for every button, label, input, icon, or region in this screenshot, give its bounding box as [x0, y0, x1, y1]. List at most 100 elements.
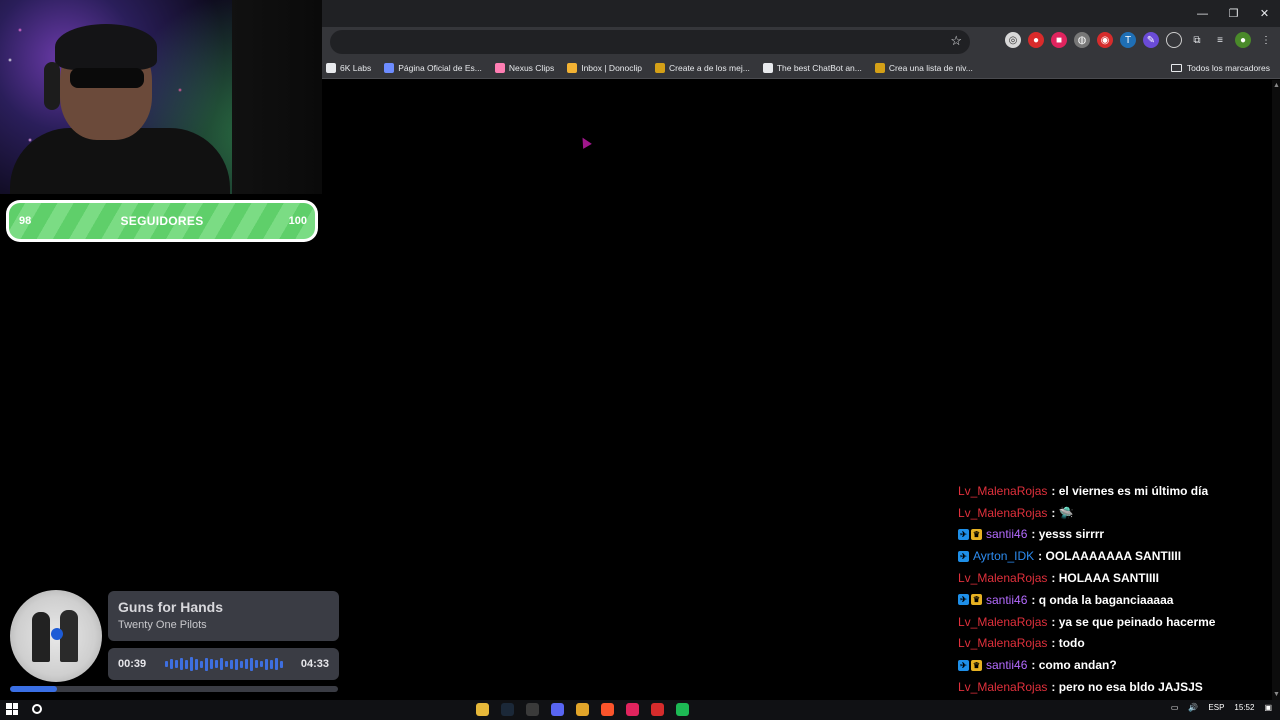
extension-compass-icon[interactable]: ◎: [1005, 32, 1021, 48]
taskbar-apps: [476, 703, 689, 716]
restore-button[interactable]: ❐: [1218, 0, 1249, 27]
vip-badge-icon: ✈: [958, 528, 969, 540]
chat-text: : todo: [1051, 636, 1085, 651]
volume-icon[interactable]: 🔊: [1188, 703, 1198, 712]
file-explorer-icon[interactable]: [476, 703, 489, 716]
bookmark-item[interactable]: 6K Labs: [326, 63, 371, 73]
vip-badge-icon: ✈: [958, 550, 969, 562]
clock[interactable]: 15:52: [1234, 703, 1254, 712]
chat-message: ✈ ♛ santii46: como andan?: [958, 654, 1276, 676]
address-bar[interactable]: ☆: [330, 30, 970, 54]
bookmark-item[interactable]: Nexus Clips: [494, 63, 555, 73]
chat-text: : yesss sirrrr: [1031, 527, 1105, 542]
extension-abp-icon[interactable]: ■: [1051, 32, 1067, 48]
chat-username: santii46: [986, 592, 1028, 607]
windows-taskbar: ▭ 🔊 ESP 15:52 ▣: [0, 700, 1280, 720]
chat-text: : OOLAAAAAAA SANTIIII: [1038, 549, 1182, 564]
now-playing-card: Guns for Hands Twenty One Pilots: [108, 591, 339, 641]
goal-target-count: 100: [288, 215, 307, 227]
audio-waveform: [164, 656, 283, 672]
chat-message: Lv_MalenaRojas: ya se que peinado hacerm…: [958, 611, 1276, 633]
bookmark-item[interactable]: The best ChatBot an...: [762, 63, 862, 73]
chat-username: Lv_MalenaRojas: [958, 680, 1048, 695]
extension-drop-icon[interactable]: ●: [1028, 32, 1044, 48]
profile-avatar-icon[interactable]: ●: [1235, 32, 1251, 48]
bookmark-favicon-icon: [494, 63, 505, 73]
chat-text: : como andan?: [1031, 658, 1117, 673]
subscriber-badge-icon: ♛: [971, 594, 982, 606]
search-icon[interactable]: [32, 704, 42, 714]
chat-username: Lv_MalenaRojas: [958, 636, 1048, 651]
bookmark-label: Create a de los mej...: [669, 63, 750, 73]
spotify-icon[interactable]: [676, 703, 689, 716]
chrome-icon[interactable]: [576, 703, 589, 716]
media-control-icon[interactable]: ≡: [1212, 32, 1228, 48]
bookmark-favicon-icon: [874, 63, 885, 73]
chat-message: Lv_MalenaRojas: HOLAAA SANTIIII: [958, 567, 1276, 589]
extension-pen-icon[interactable]: ✎: [1143, 32, 1159, 48]
brave-icon[interactable]: [601, 703, 614, 716]
minimize-button[interactable]: —: [1187, 0, 1218, 27]
extensions-puzzle-icon[interactable]: ⧉: [1189, 32, 1205, 48]
subscriber-badge-icon: ♛: [971, 528, 982, 540]
extension-translate-icon[interactable]: T: [1120, 32, 1136, 48]
total-duration: 04:33: [300, 658, 329, 670]
subscriber-badge-icon: ♛: [971, 659, 982, 671]
bookmark-favicon-icon: [655, 63, 666, 73]
vip-badge-icon: ✈: [958, 659, 969, 671]
obs-icon[interactable]: [526, 703, 539, 716]
bookmark-item[interactable]: Crea una lista de niv...: [874, 63, 973, 73]
chat-badges: ✈ ♛: [958, 528, 982, 540]
song-progress-fill: [10, 686, 57, 692]
bookmark-favicon-icon: [384, 63, 395, 73]
vip-badge-icon: ✈: [958, 594, 969, 606]
bookmark-label: The best ChatBot an...: [776, 63, 862, 73]
extensions-bar: ◎ ● ■ ◍ ◉ T ✎ ⧉ ≡ ● ⋮: [1005, 32, 1274, 48]
bookmark-item[interactable]: Inbox | Donoclip: [567, 63, 642, 73]
bookmark-item[interactable]: Create a de los mej...: [655, 63, 750, 73]
follower-goal-fill: 98 SEGUIDORES 100: [9, 203, 315, 239]
goal-label: SEGUIDORES: [120, 214, 204, 228]
extension-circle-icon[interactable]: [1166, 32, 1182, 48]
chat-username: Lv_MalenaRojas: [958, 614, 1048, 629]
chat-message: ✈ ♛ santii46: yesss sirrrr: [958, 524, 1276, 546]
chat-text: : 🛸: [1051, 505, 1074, 520]
chat-text: : ya se que peinado hacerme: [1051, 614, 1216, 629]
browser-menu-icon[interactable]: ⋮: [1258, 32, 1274, 48]
media-player-icon[interactable]: [626, 703, 639, 716]
notifications-icon[interactable]: ▣: [1264, 703, 1272, 712]
extension-record-icon[interactable]: ◉: [1097, 32, 1113, 48]
chat-message: Lv_MalenaRojas: el viernes es mi último …: [958, 480, 1276, 502]
bookmark-favicon-icon: [762, 63, 773, 73]
bookmarks-list: 6K Labs Página Oficial de Es... Nexus Clip…: [326, 57, 973, 79]
bookmark-item[interactable]: Página Oficial de Es...: [384, 63, 482, 73]
close-button[interactable]: ✕: [1249, 0, 1280, 27]
all-bookmarks-label: Todos los marcadores: [1186, 63, 1270, 73]
extension-globe-icon[interactable]: ◍: [1074, 32, 1090, 48]
chat-username: Ayrton_IDK: [973, 549, 1035, 564]
screen: — ❐ ✕ ☆ ◎ ● ■ ◍ ◉ T ✎ ⧉ ≡ ● ⋮ 6K Labs Pág…: [0, 0, 1280, 720]
steam-icon[interactable]: [501, 703, 514, 716]
chat-message: ✈ Ayrton_IDK: OOLAAAAAAA SANTIIII: [958, 545, 1276, 567]
folder-icon: [1170, 64, 1182, 72]
chat-username: santii46: [986, 527, 1028, 542]
bookmark-label: Crea una lista de niv...: [888, 63, 973, 73]
follower-goal-bar: 98 SEGUIDORES 100: [6, 200, 318, 242]
network-icon[interactable]: ▭: [1171, 703, 1179, 712]
bookmark-label: 6K Labs: [340, 63, 372, 73]
scroll-up-icon[interactable]: ▲: [1273, 82, 1280, 89]
bookmark-favicon-icon: [567, 63, 578, 73]
elapsed-time: 00:39: [118, 658, 147, 670]
playback-time-card: 00:39 04:33: [108, 648, 339, 680]
language-indicator[interactable]: ESP: [1208, 703, 1224, 712]
bookmark-label: Nexus Clips: [508, 63, 555, 73]
chat-badges: ✈ ♛: [958, 659, 982, 671]
chat-message: Lv_MalenaRojas: 🛸: [958, 502, 1276, 524]
record-icon[interactable]: [651, 703, 664, 716]
all-bookmarks-button[interactable]: Todos los marcadores: [1170, 57, 1270, 79]
album-art: [10, 590, 102, 682]
song-artist: Twenty One Pilots: [118, 619, 207, 631]
bookmark-star-icon[interactable]: ☆: [950, 33, 962, 49]
discord-icon[interactable]: [551, 703, 564, 716]
windows-start-icon[interactable]: [6, 703, 18, 715]
